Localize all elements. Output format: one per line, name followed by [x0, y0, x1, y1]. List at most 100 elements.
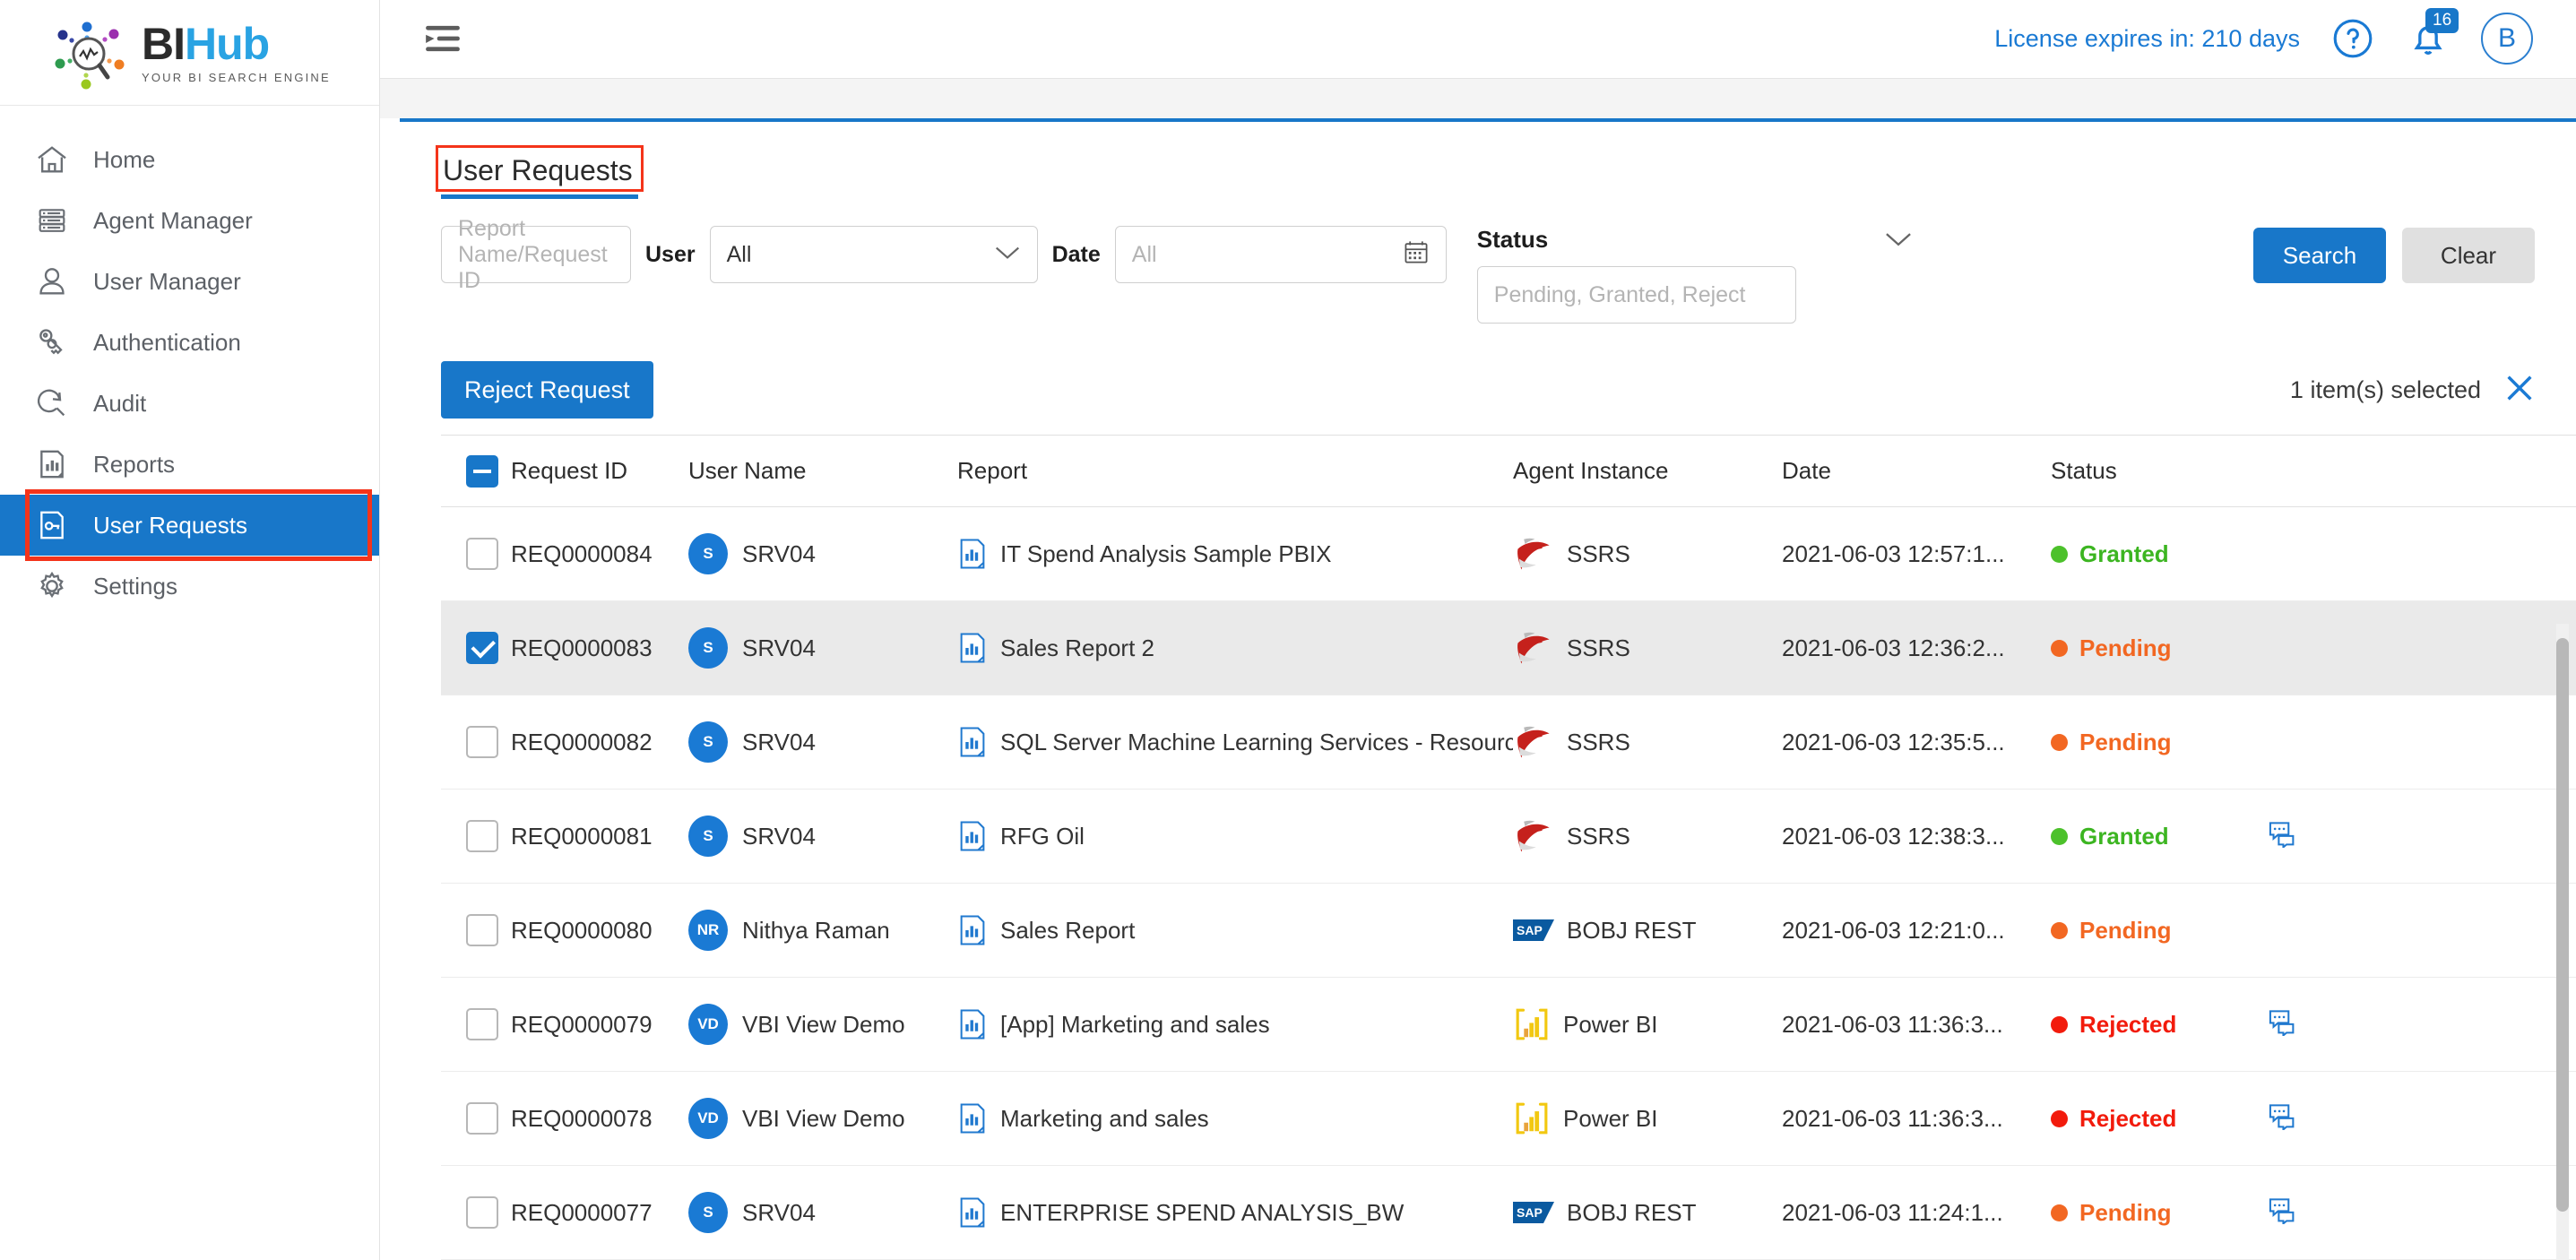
- top-bar: License expires in: 210 days 16 B: [380, 0, 2576, 79]
- cell-agent-instance: SSRS: [1513, 628, 1782, 668]
- row-checkbox[interactable]: [466, 820, 498, 852]
- column-header-agent-instance[interactable]: Agent Instance: [1513, 457, 1782, 485]
- table-row[interactable]: REQ0000081 S SRV04 RFG Oil SSRS 2021-06-03 12…: [441, 790, 2576, 884]
- hamburger-collapse-icon[interactable]: [419, 15, 466, 62]
- cell-status: Rejected: [2051, 1011, 2266, 1039]
- cell-report: Sales Report: [957, 913, 1513, 947]
- report-file-icon: [957, 1195, 988, 1230]
- status-chevron-down-icon[interactable]: [1884, 229, 1913, 254]
- sidebar-item-settings[interactable]: Settings: [0, 556, 379, 617]
- status-dot-icon: [2051, 921, 2068, 939]
- table-row[interactable]: REQ0000084 S SRV04 IT Spend Analysis Sample…: [441, 507, 2576, 601]
- date-filter-input[interactable]: All: [1114, 226, 1447, 283]
- select-all-checkbox[interactable]: [466, 454, 498, 488]
- status-badge: Pending: [2051, 634, 2172, 662]
- sidebar-item-label: User Requests: [93, 511, 247, 539]
- cell-request-id: REQ0000083: [511, 634, 653, 661]
- cell-report: IT Spend Analysis Sample PBIX: [957, 537, 1513, 571]
- cell-report: Sales Report 2: [957, 631, 1513, 665]
- cell-note: [2266, 819, 2347, 854]
- row-checkbox-cell: [441, 1102, 511, 1135]
- comment-bubble-icon[interactable]: [2266, 1007, 2298, 1042]
- row-checkbox-cell: [441, 820, 511, 852]
- question-circle-icon[interactable]: [2330, 16, 2375, 61]
- table-row[interactable]: REQ0000079 VD VBI View Demo [App] Marketing…: [441, 978, 2576, 1072]
- cell-note: [2266, 1195, 2347, 1230]
- row-checkbox[interactable]: [466, 1196, 498, 1229]
- cell-user-name: VD VBI View Demo: [688, 1098, 957, 1139]
- request-document-icon: [32, 505, 72, 545]
- clear-button[interactable]: Clear: [2402, 228, 2535, 283]
- user-initials-avatar: NR: [688, 910, 728, 951]
- search-input[interactable]: Report Name/Request ID: [441, 216, 631, 293]
- user-initials-avatar: S: [688, 627, 728, 669]
- column-header-status[interactable]: Status: [2051, 457, 2266, 485]
- sidebar-item-label: Audit: [93, 389, 147, 417]
- report-file-icon: [957, 913, 988, 947]
- filter-bar: Report Name/Request ID User All Date All: [441, 216, 2576, 324]
- user-filter-select[interactable]: All: [709, 226, 1038, 283]
- column-header-report[interactable]: Report: [957, 457, 1513, 485]
- cell-user-name: S SRV04: [688, 627, 957, 669]
- table-scrollbar-thumb[interactable]: [2556, 638, 2569, 1212]
- row-checkbox[interactable]: [466, 1008, 498, 1040]
- sidebar-item-user-manager[interactable]: User Manager: [0, 251, 379, 312]
- status-badge: Granted: [2051, 540, 2169, 568]
- content-panel: User Requests Report Name/Request ID Use…: [400, 118, 2576, 1260]
- column-header-request-id[interactable]: Request ID: [511, 457, 688, 485]
- close-x-icon[interactable]: [2504, 373, 2535, 408]
- cell-status: Pending: [2051, 917, 2266, 945]
- sidebar-item-audit[interactable]: Audit: [0, 373, 379, 434]
- cell-user-name: S SRV04: [688, 816, 957, 857]
- brand-tagline: YOUR BI SEARCH ENGINE: [142, 70, 331, 84]
- cell-request-id: REQ0000079: [511, 1010, 653, 1038]
- status-badge: Pending: [2051, 1199, 2172, 1227]
- cell-status: Pending: [2051, 729, 2266, 756]
- table-row[interactable]: REQ0000080 NR Nithya Raman Sales Report SAP B…: [441, 884, 2576, 978]
- calendar-icon[interactable]: [1403, 238, 1430, 272]
- table-row[interactable]: REQ0000082 S SRV04 SQL Server Machine Learn…: [441, 695, 2576, 790]
- user-initials-avatar: VD: [688, 1098, 728, 1139]
- row-checkbox[interactable]: [466, 632, 498, 664]
- row-checkbox-cell: [441, 914, 511, 946]
- brand-logo[interactable]: BIHub YOUR BI SEARCH ENGINE: [0, 0, 379, 106]
- brand-name-hub: Hub: [185, 18, 270, 69]
- column-header-user-name[interactable]: User Name: [688, 457, 957, 485]
- search-button[interactable]: Search: [2253, 228, 2386, 283]
- sidebar-item-agent-manager[interactable]: Agent Manager: [0, 190, 379, 251]
- notification-badge: 16: [2425, 8, 2459, 34]
- sidebar-item-home[interactable]: Home: [0, 129, 379, 190]
- column-header-date[interactable]: Date: [1782, 457, 2051, 485]
- row-checkbox[interactable]: [466, 726, 498, 758]
- table-row[interactable]: REQ0000078 VD VBI View Demo Marketing and s…: [441, 1072, 2576, 1166]
- comment-bubble-icon[interactable]: [2266, 1101, 2298, 1136]
- cell-note: [2266, 1007, 2347, 1042]
- comment-bubble-icon[interactable]: [2266, 819, 2298, 854]
- brand-name-bi: BI: [142, 18, 186, 69]
- report-file-icon: [957, 537, 988, 571]
- notifications-button[interactable]: 16: [2406, 8, 2459, 62]
- user-avatar[interactable]: B: [2481, 13, 2533, 65]
- row-checkbox[interactable]: [466, 914, 498, 946]
- row-checkbox[interactable]: [466, 1102, 498, 1135]
- topbar-actions: License expires in: 210 days 16 B: [1994, 8, 2533, 65]
- reject-request-button[interactable]: Reject Request: [441, 361, 653, 419]
- ssrs-icon: [1513, 816, 1554, 856]
- sidebar-item-reports[interactable]: Reports: [0, 434, 379, 495]
- table-row[interactable]: REQ0000083 S SRV04 Sales Report 2 SSRS 2021-0…: [441, 601, 2576, 695]
- user-filter-label: User: [645, 242, 696, 267]
- status-dot-icon: [2051, 1204, 2068, 1221]
- sidebar-nav: Home Agent Manager User Manager Authenti…: [0, 106, 379, 617]
- status-dot-icon: [2051, 1015, 2068, 1033]
- sidebar-item-user-requests[interactable]: User Requests: [0, 489, 379, 561]
- date-filter-label: Date: [1051, 242, 1101, 267]
- table-row[interactable]: REQ0000077 S SRV04 ENTERPRISE SPEND ANALYSI…: [441, 1166, 2576, 1260]
- audit-search-icon: [32, 384, 72, 423]
- row-checkbox[interactable]: [466, 538, 498, 570]
- cell-date: 2021-06-03 12:38:3...: [1782, 822, 2005, 850]
- sidebar-item-authentication[interactable]: Authentication: [0, 312, 379, 373]
- comment-bubble-icon[interactable]: [2266, 1195, 2298, 1230]
- status-filter-input[interactable]: Pending, Granted, Reject: [1476, 266, 1796, 324]
- keys-icon: [32, 323, 72, 362]
- main-area: License expires in: 210 days 16 B User R…: [380, 0, 2576, 1260]
